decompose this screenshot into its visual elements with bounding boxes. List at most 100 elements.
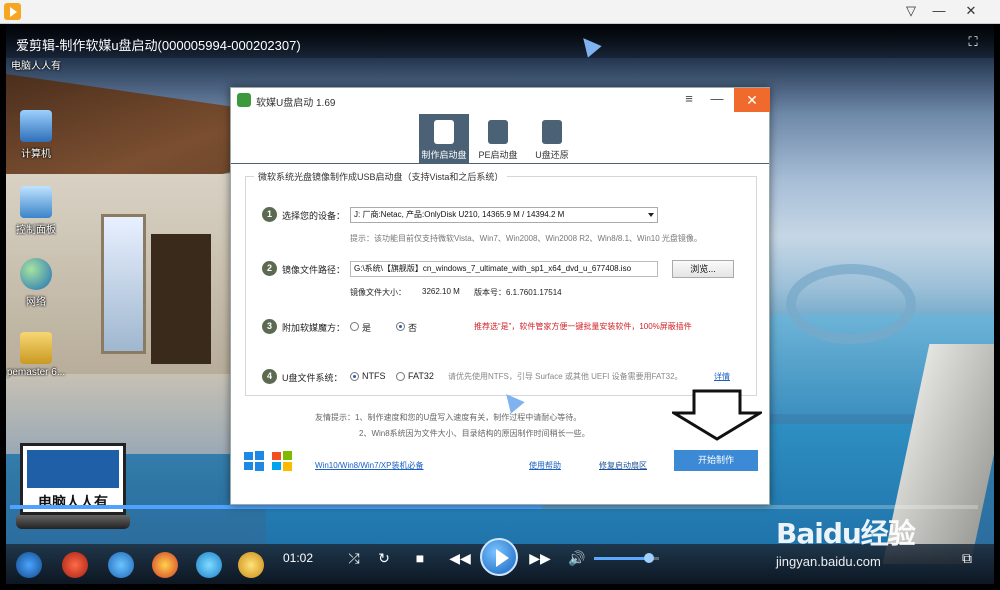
usb-boot-dialog: 软媒U盘启动 1.69 ≡ — ✕ 制作启动盘 PE启动盘 U盘还原 微软系统光… [230, 87, 770, 505]
volume-fill [594, 557, 650, 560]
laptop-screen-inner [27, 450, 119, 488]
player-titlebar: ▽ — ✕ [0, 0, 1000, 24]
desktop-icon-label: 电脑人人有 [11, 61, 61, 72]
stop-icon[interactable]: ■ [410, 544, 430, 572]
fullscreen-icon[interactable]: ⛶ [964, 34, 982, 52]
details-link[interactable]: 详情 [714, 371, 730, 382]
iso-size-label: 镜像文件大小： [350, 288, 406, 297]
tab-make-boot-disk[interactable]: 制作启动盘 [419, 114, 469, 164]
mofang-no-radio[interactable] [396, 322, 405, 331]
app-icon [237, 93, 251, 107]
dialog-titlebar: 软媒U盘启动 1.69 ≡ — ✕ [231, 88, 770, 112]
help-link[interactable]: 使用帮助 [529, 460, 561, 471]
ntfs-label: NTFS [362, 371, 386, 381]
tab-bar: 制作启动盘 PE启动盘 U盘还原 [419, 114, 579, 164]
tab-label: 制作启动盘 [421, 150, 467, 160]
desktop-icon-label: pemaster 6... [6, 367, 66, 378]
tip-line-2: 2、Win8系统因为文件大小、目录结构的原因制作时间稍长一些。 [359, 429, 590, 438]
dialog-title: 软媒U盘启动 1.69 [256, 98, 336, 109]
shuffle-icon[interactable]: ⤮ [342, 544, 366, 572]
ie-icon[interactable] [108, 552, 134, 578]
options-group: 微软系统光盘镜像制作成USB启动盘（支持Vista和之后系统） 1 选择您的设备… [245, 170, 757, 396]
tip-line-1: 友情提示：1、制作速度和您的U盘写入速度有关，制作过程中请耐心等待。 [315, 413, 582, 422]
group-title: 微软系统光盘镜像制作成USB启动盘（支持Vista和之后系统） [254, 170, 508, 183]
desktop-icon-label: 网络 [26, 297, 46, 308]
device-select[interactable]: J: 厂商:Netac, 产品:OnlyDisk U210, 14365.9 M… [350, 207, 658, 223]
step-1-badge: 1 [262, 207, 277, 222]
folder-icon [20, 332, 52, 364]
scene-door [151, 234, 211, 364]
volume-icon[interactable]: 🔊 [566, 544, 588, 572]
start-orb-icon[interactable] [16, 552, 42, 578]
baidu-url: jingyan.baidu.com [776, 554, 881, 569]
windows10-logo-icon [243, 450, 265, 472]
browse-button[interactable]: 浏览... [672, 260, 734, 278]
mofang-no-label: 否 [408, 323, 418, 333]
dialog-minimize-icon[interactable]: — [709, 91, 725, 107]
tab-label: PE启动盘 [478, 150, 518, 160]
baidu-watermark: Baidu经验 jingyan.baidu.com [776, 512, 916, 569]
dropdown-icon[interactable]: ▽ [900, 2, 922, 20]
iso-support-hint: 提示：该功能目前仅支持微软Vista、Win7、Win2008、Win2008 … [350, 234, 702, 243]
repair-boot-sector-link[interactable]: 修复启动扇区 [599, 460, 647, 471]
browser-icon[interactable] [196, 552, 222, 578]
desktop-icon-label: 计算机 [21, 149, 51, 160]
usb-power-icon [434, 120, 454, 144]
desktop-icon-label: 控制面板 [16, 225, 56, 236]
desktop-icon-control-panel[interactable]: 控制面板 [6, 186, 66, 236]
desktop-icon-diannao[interactable]: 电脑人人有 [6, 54, 66, 72]
seek-fill [10, 505, 543, 509]
step-4-label: U盘文件系统： [282, 373, 343, 383]
install-essentials-link[interactable]: Win10/Win8/Win7/XP装机必备 [315, 460, 423, 471]
tab-divider [231, 163, 769, 164]
tab-pe-boot-disk[interactable]: PE启动盘 [473, 114, 523, 164]
tab-usb-restore[interactable]: U盘还原 [527, 114, 577, 164]
device-select-value: J: 厂商:Netac, 产品:OnlyDisk U210, 14365.9 M… [354, 210, 565, 219]
desktop-icon-pemaster[interactable]: pemaster 6... [6, 332, 66, 378]
windows7-logo-icon [271, 450, 293, 472]
current-time: 01:02 [283, 551, 314, 565]
chevron-down-icon [648, 213, 654, 217]
tab-label: U盘还原 [535, 150, 569, 160]
folder-taskbar-icon[interactable] [238, 552, 264, 578]
brand-laptop-logo: 电脑人人有 [16, 443, 130, 533]
dialog-close-icon[interactable]: ✕ [734, 88, 770, 112]
iso-path-field[interactable]: G:\系统\【旗舰版】cn_windows_7_ultimate_with_sp… [350, 261, 658, 277]
popout-icon[interactable]: ⧉ [956, 544, 978, 572]
desktop-icon-computer[interactable]: 计算机 [6, 110, 66, 160]
scene-ring [786, 264, 916, 344]
laptop-brand-text: 电脑人人有 [38, 495, 108, 511]
fat32-label: FAT32 [408, 371, 434, 381]
loop-icon[interactable]: ↻ [372, 544, 396, 572]
rewind-icon[interactable]: ◀◀ [446, 544, 474, 572]
fs-note: 请优先使用NTFS，引导 Surface 或其他 UEFI 设备需要用FAT32… [448, 372, 683, 381]
volume-slider[interactable] [594, 553, 659, 563]
video-title: 爱剪辑-制作软媒u盘启动(000005994-000202307) [16, 38, 301, 53]
start-make-button[interactable]: 开始制作 [674, 450, 758, 471]
baidu-logo: Baidu经验 [776, 517, 916, 550]
fast-forward-icon[interactable]: ▶▶ [526, 544, 554, 572]
usb-restore-icon [542, 120, 562, 144]
play-button[interactable] [480, 538, 518, 576]
minimize-icon[interactable]: — [928, 2, 950, 20]
fat32-radio[interactable] [396, 372, 405, 381]
iso-size-value: 3262.10 M [422, 287, 460, 296]
menu-icon[interactable]: ≡ [681, 91, 697, 107]
close-icon[interactable]: ✕ [960, 2, 982, 20]
usb-pe-icon [488, 120, 508, 144]
chrome-icon[interactable] [152, 552, 178, 578]
control-panel-icon [20, 186, 52, 218]
app-icon-red[interactable] [62, 552, 88, 578]
laptop-base [16, 515, 130, 529]
ntfs-radio[interactable] [350, 372, 359, 381]
desktop-icon-network[interactable]: 网络 [6, 258, 66, 308]
mofang-yes-radio[interactable] [350, 322, 359, 331]
step-3-label: 附加软媒魔方： [282, 323, 346, 333]
seek-bar[interactable] [10, 505, 978, 509]
step-2-badge: 2 [262, 261, 277, 276]
step-1-label: 选择您的设备： [282, 211, 346, 221]
computer-icon [20, 110, 52, 142]
player-logo-icon [4, 3, 21, 20]
iso-version: 版本号：6.1.7601.17514 [474, 288, 562, 297]
network-icon [20, 258, 52, 290]
